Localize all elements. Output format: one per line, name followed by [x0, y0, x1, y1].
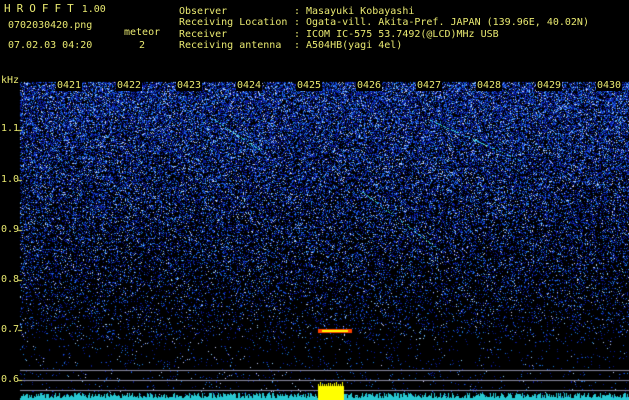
time-tick-0422: 0422: [116, 80, 143, 91]
app-name: HROFFT: [4, 2, 80, 15]
time-tick-0427: 0427: [416, 80, 443, 91]
y-tick-0-9: 0.9: [1, 224, 20, 235]
time-tick-0429: 0429: [536, 80, 563, 91]
time-tick-0423: 0423: [176, 80, 203, 91]
capture-datetime: 07.02.03 04:20: [8, 40, 93, 51]
location-label: Receiving Location: [179, 17, 288, 28]
meteor-label: meteor: [124, 27, 161, 38]
file-name: 0702030420.png: [8, 20, 93, 31]
time-tick-0426: 0426: [356, 80, 383, 91]
time-tick-0430: 0430: [596, 80, 623, 91]
y-tick-1-0: 1.0: [1, 174, 20, 185]
y-axis-unit: kHz: [1, 75, 20, 86]
y-tick-0-6: 0.6: [1, 374, 20, 385]
y-tick-1-1: 1.1: [1, 123, 20, 134]
time-tick-0425: 0425: [296, 80, 323, 91]
location-value: Ogata-vill. Akita-Pref. JAPAN (139.96E, …: [306, 17, 589, 28]
app-version: 1.00: [81, 4, 106, 15]
y-tick-0-7: 0.7: [1, 324, 20, 335]
time-tick-0428: 0428: [476, 80, 503, 91]
antenna-separator: :: [294, 40, 301, 51]
time-tick-0424: 0424: [236, 80, 263, 91]
location-separator: :: [294, 17, 301, 28]
time-tick-0421: 0421: [56, 80, 83, 91]
app-logo: HROFFT 1.00: [4, 2, 106, 15]
y-tick-0-8: 0.8: [1, 274, 20, 285]
spectrogram-canvas: [0, 0, 629, 400]
antenna-value: A504HB(yagi 4el): [306, 40, 403, 51]
meteor-count: 2: [139, 40, 146, 51]
antenna-label: Receiving antenna: [179, 40, 282, 51]
